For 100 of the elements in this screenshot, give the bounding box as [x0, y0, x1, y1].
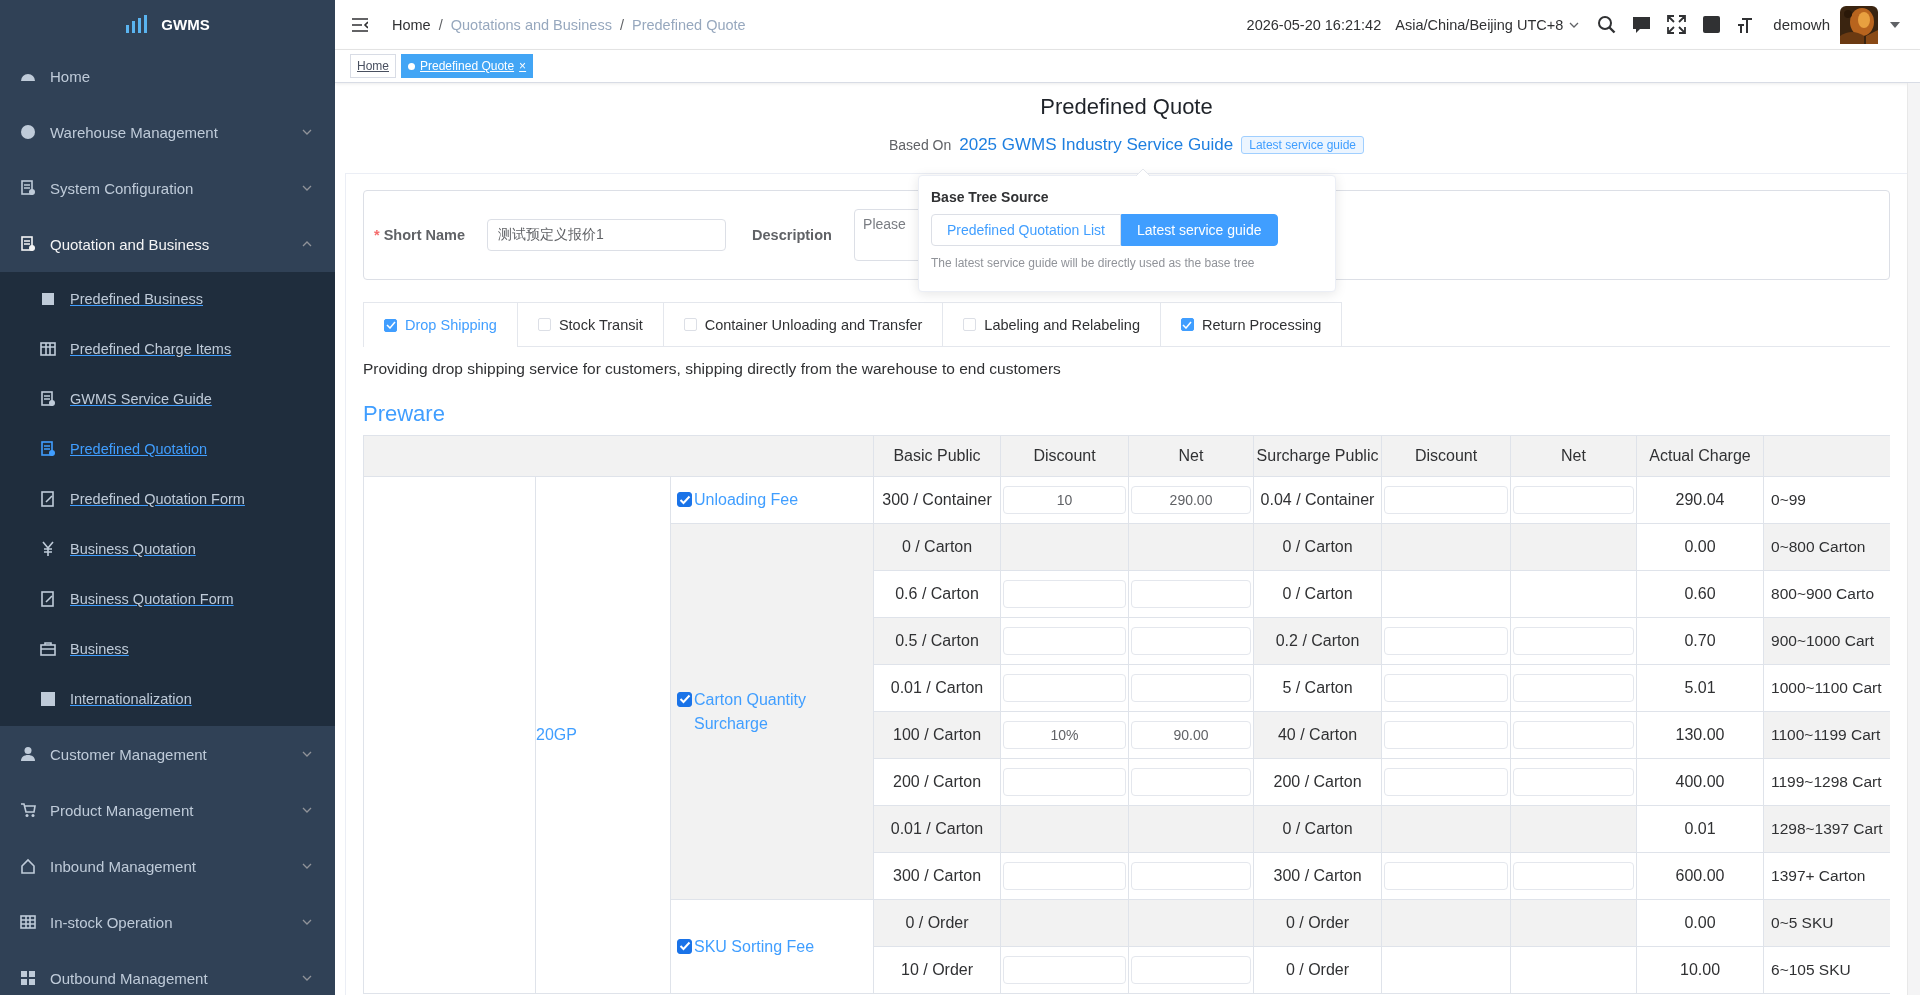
net-field[interactable] — [1131, 674, 1251, 702]
table-cell: 200 / Carton — [873, 758, 1001, 806]
service-tab[interactable]: Labeling and Relabeling — [943, 302, 1161, 346]
field-label: Description — [752, 227, 833, 243]
breadcrumb-link[interactable]: Home — [392, 16, 431, 33]
table-cell: 600.00 — [1636, 852, 1764, 900]
grid-icon — [20, 970, 36, 986]
table-cell: 0~5 SKU — [1763, 899, 1890, 947]
column-header: Actual Charge — [1636, 435, 1764, 477]
menu-icon[interactable] — [352, 17, 368, 32]
net-field[interactable] — [1131, 627, 1251, 655]
checkbox[interactable] — [677, 691, 692, 707]
discount-field[interactable] — [1384, 721, 1508, 749]
fullscreen-icon[interactable] — [1667, 15, 1687, 34]
sidebar-link[interactable]: Business — [70, 641, 129, 657]
sidebar-link[interactable]: Business Quotation Form — [70, 591, 234, 607]
net-field[interactable]: 90.00 — [1131, 721, 1251, 749]
sidebar-item[interactable]: Inbound Management — [0, 838, 335, 894]
table-cell: 130.00 — [1636, 711, 1764, 759]
net-field[interactable] — [1513, 674, 1634, 702]
chat-icon[interactable] — [1632, 15, 1652, 34]
sidebar-link[interactable]: Predefined Charge Items — [70, 341, 232, 357]
sidebar-link[interactable]: GWMS Service Guide — [70, 391, 212, 407]
table-cell: 0 / Carton — [1253, 570, 1382, 618]
discount-field[interactable] — [1003, 627, 1126, 655]
edit-icon — [40, 591, 56, 607]
sidebar-item[interactable]: Quotation and Business — [0, 216, 335, 272]
document-icon — [40, 441, 56, 457]
sidebar-link[interactable]: Internationalization — [70, 691, 192, 707]
table-cell: 1199~1298 Cart — [1763, 758, 1890, 806]
checkbox[interactable] — [1180, 318, 1194, 331]
net-field[interactable] — [1131, 956, 1251, 984]
service-guide-link[interactable]: 2025 GWMS Industry Service Guide — [959, 135, 1234, 155]
net-field[interactable] — [1513, 627, 1634, 655]
checkbox[interactable] — [677, 492, 692, 507]
service-tab[interactable]: Stock Transit — [517, 302, 664, 346]
net-field[interactable]: 290.00 — [1131, 486, 1251, 514]
breadcrumb-separator: / — [619, 16, 624, 33]
discount-field[interactable]: 10% — [1003, 721, 1126, 749]
section-title: Preware — [363, 400, 446, 428]
sidebar-item[interactable]: Warehouse Management — [0, 104, 335, 160]
sidebar-item[interactable]: Product Management — [0, 782, 335, 838]
table-cell: 5 / Carton — [1253, 664, 1382, 712]
checkbox[interactable] — [677, 938, 692, 954]
person-icon — [20, 746, 36, 762]
sidebar-link[interactable]: Business Quotation — [70, 541, 196, 557]
discount-field[interactable] — [1384, 627, 1508, 655]
popover-title: Base Tree Source — [931, 189, 1050, 205]
table-cell: 300 / Carton — [1253, 852, 1382, 900]
discount-field[interactable] — [1003, 768, 1126, 796]
sidebar-item[interactable]: Customer Management — [0, 726, 335, 782]
username[interactable]: demowh — [1773, 16, 1830, 33]
table-cell: 0.60 — [1636, 570, 1764, 618]
discount-field[interactable] — [1384, 768, 1508, 796]
table-cell: 100 / Carton — [873, 711, 1001, 759]
discount-field[interactable] — [1003, 862, 1126, 890]
sidebar-item[interactable]: Home — [0, 48, 335, 104]
service-tab[interactable]: Container Unloading and Transfer — [663, 302, 944, 346]
sidebar-item[interactable]: In-stock Operation — [0, 894, 335, 950]
table-cell: 0 / Order — [873, 899, 1001, 947]
popover-hint: The latest service guide will be directly used as the base tree — [931, 256, 1256, 270]
timezone-selector[interactable]: Asia/China/Beijing UTC+8 — [1395, 16, 1581, 33]
search-icon[interactable] — [1597, 15, 1617, 34]
service-description: Providing drop shipping service for customers, shipping directly from the warehouse to end customers — [363, 359, 1062, 379]
net-field[interactable] — [1131, 768, 1251, 796]
table-cell: 400.00 — [1636, 758, 1764, 806]
checkbox[interactable] — [384, 318, 397, 332]
net-field[interactable] — [1513, 768, 1634, 796]
page-tab[interactable]: Home — [350, 54, 396, 78]
table-icon — [40, 341, 56, 357]
short-name-field[interactable]: 测试预定义报价1 — [487, 219, 727, 251]
net-field[interactable] — [1513, 721, 1634, 749]
sidebar-link[interactable]: Predefined Business — [70, 291, 203, 307]
table-cell: 0.01 / Carton — [873, 664, 1001, 712]
column-header: Net — [1128, 435, 1254, 477]
document-icon — [20, 236, 36, 252]
discount-field[interactable] — [1003, 956, 1126, 984]
page-title: Predefined Quote — [1039, 93, 1214, 121]
caret-icon[interactable] — [1890, 21, 1900, 28]
discount-field[interactable]: 10 — [1003, 486, 1126, 514]
discount-field[interactable] — [1384, 486, 1508, 514]
table-cell: 0.70 — [1636, 617, 1764, 665]
net-field[interactable] — [1513, 486, 1634, 514]
net-field[interactable] — [1131, 862, 1251, 890]
discount-field[interactable] — [1003, 580, 1126, 608]
service-tab[interactable]: Return Processing — [1160, 302, 1343, 346]
sidebar-link[interactable]: Predefined Quotation Form — [70, 491, 245, 507]
table-cell: 300 / Container — [873, 476, 1001, 524]
sidebar-item[interactable]: System Configuration — [0, 160, 335, 216]
sidebar-link[interactable]: Predefined Quotation — [70, 441, 208, 457]
date-time: 2026-05-20 16:21:42 — [1246, 16, 1382, 33]
table-cell: 0 / Order — [1253, 946, 1382, 994]
sidebar-item[interactable]: Outbound Management — [0, 950, 335, 995]
net-field[interactable] — [1513, 862, 1634, 890]
column-header: Surcharge Public — [1253, 435, 1382, 477]
discount-field[interactable] — [1384, 862, 1508, 890]
discount-field[interactable] — [1003, 674, 1126, 702]
net-field[interactable] — [1131, 580, 1251, 608]
table-cell: 0.5 / Carton — [873, 617, 1001, 665]
discount-field[interactable] — [1384, 674, 1508, 702]
